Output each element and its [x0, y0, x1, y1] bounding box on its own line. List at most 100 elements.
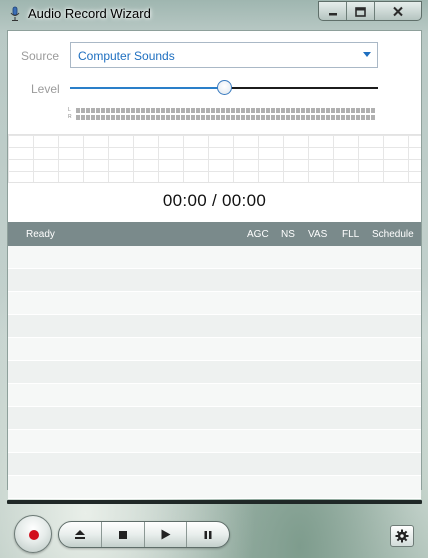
waveform-display [8, 134, 421, 183]
meter-segment [206, 108, 210, 113]
maximize-icon [355, 6, 366, 17]
meter-segment [166, 108, 170, 113]
meter-segment [236, 115, 240, 120]
meter-segment [121, 108, 125, 113]
list-row[interactable] [8, 430, 421, 453]
meter-segment [311, 108, 315, 113]
list-row[interactable] [8, 453, 421, 476]
meter-segment [111, 108, 115, 113]
meter-segment [366, 108, 370, 113]
gear-icon [395, 529, 409, 543]
meter-segment [261, 115, 265, 120]
close-button[interactable] [375, 2, 421, 20]
meter-segment [211, 108, 215, 113]
meter-segment [201, 108, 205, 113]
meter-segment [186, 108, 190, 113]
meter-segment [291, 108, 295, 113]
column-ns[interactable]: NS [281, 229, 295, 240]
playback-progress-bar[interactable] [7, 500, 422, 504]
pause-button[interactable] [187, 522, 229, 547]
meter-segment [161, 115, 165, 120]
meter-segment [276, 108, 280, 113]
meter-segment [226, 108, 230, 113]
meter-segment [251, 115, 255, 120]
meter-segment [371, 115, 375, 120]
meter-segment [326, 108, 330, 113]
eject-button[interactable] [59, 522, 102, 547]
meter-segment [81, 115, 85, 120]
meter-channel-right-label: R [68, 114, 72, 120]
meter-segment [136, 115, 140, 120]
list-row[interactable] [8, 338, 421, 361]
meter-segment [216, 115, 220, 120]
column-vas[interactable]: VAS [308, 229, 327, 240]
meter-segment [76, 108, 80, 113]
meter-segment [356, 115, 360, 120]
play-icon [161, 529, 171, 540]
meter-segment [296, 108, 300, 113]
meter-segment [116, 115, 120, 120]
meter-segment [231, 115, 235, 120]
meter-segment [321, 108, 325, 113]
meter-segment [286, 115, 290, 120]
title-bar[interactable]: Audio Record Wizard [0, 0, 428, 28]
meter-segment [276, 115, 280, 120]
meter-segment [336, 115, 340, 120]
meter-segment [151, 108, 155, 113]
minimize-button[interactable] [319, 2, 347, 20]
list-row[interactable] [8, 292, 421, 315]
meter-segment [171, 115, 175, 120]
list-row[interactable] [8, 384, 421, 407]
meter-segment [331, 115, 335, 120]
meter-segment [306, 108, 310, 113]
meter-segment [126, 115, 130, 120]
meter-segment [106, 108, 110, 113]
meter-segment [356, 108, 360, 113]
meter-segment [86, 108, 90, 113]
meter-segment [346, 115, 350, 120]
meter-segment [271, 115, 275, 120]
meter-segment [91, 115, 95, 120]
time-display: 00:00 / 00:00 [162, 191, 267, 210]
meter-segment [221, 115, 225, 120]
settings-button[interactable] [390, 525, 414, 547]
maximize-button[interactable] [347, 2, 375, 20]
list-row[interactable] [8, 407, 421, 430]
meter-segment [296, 115, 300, 120]
meter-segment [351, 108, 355, 113]
meter-segment [211, 115, 215, 120]
meter-segment [191, 115, 195, 120]
meter-segment [361, 115, 365, 120]
stop-icon [118, 530, 127, 539]
eject-icon [74, 530, 85, 539]
meter-segment [191, 108, 195, 113]
source-dropdown[interactable]: Computer Sounds [70, 42, 378, 68]
record-button[interactable] [14, 515, 52, 553]
level-slider-thumb[interactable] [217, 80, 232, 95]
meter-segment [266, 115, 270, 120]
meter-segment [96, 115, 100, 120]
column-fll[interactable]: FLL [342, 229, 359, 240]
meter-channel-left-label: L [68, 107, 71, 113]
meter-segment [326, 115, 330, 120]
meter-segment [286, 108, 290, 113]
meter-segment [256, 108, 260, 113]
meter-segment [131, 108, 135, 113]
column-agc[interactable]: AGC [247, 229, 269, 240]
meter-segment [301, 115, 305, 120]
column-schedule[interactable]: Schedule [372, 229, 414, 240]
meter-segment [301, 108, 305, 113]
list-row[interactable] [8, 361, 421, 384]
meter-segment [281, 115, 285, 120]
level-slider[interactable] [70, 80, 378, 96]
list-row[interactable] [8, 246, 421, 269]
recordings-list[interactable] [8, 246, 421, 499]
meter-segment [101, 108, 105, 113]
play-button[interactable] [145, 522, 188, 547]
list-row[interactable] [8, 476, 421, 499]
source-label: Source [21, 49, 60, 63]
list-row[interactable] [8, 269, 421, 292]
meter-segment [231, 108, 235, 113]
list-row[interactable] [8, 315, 421, 338]
stop-button[interactable] [102, 522, 145, 547]
